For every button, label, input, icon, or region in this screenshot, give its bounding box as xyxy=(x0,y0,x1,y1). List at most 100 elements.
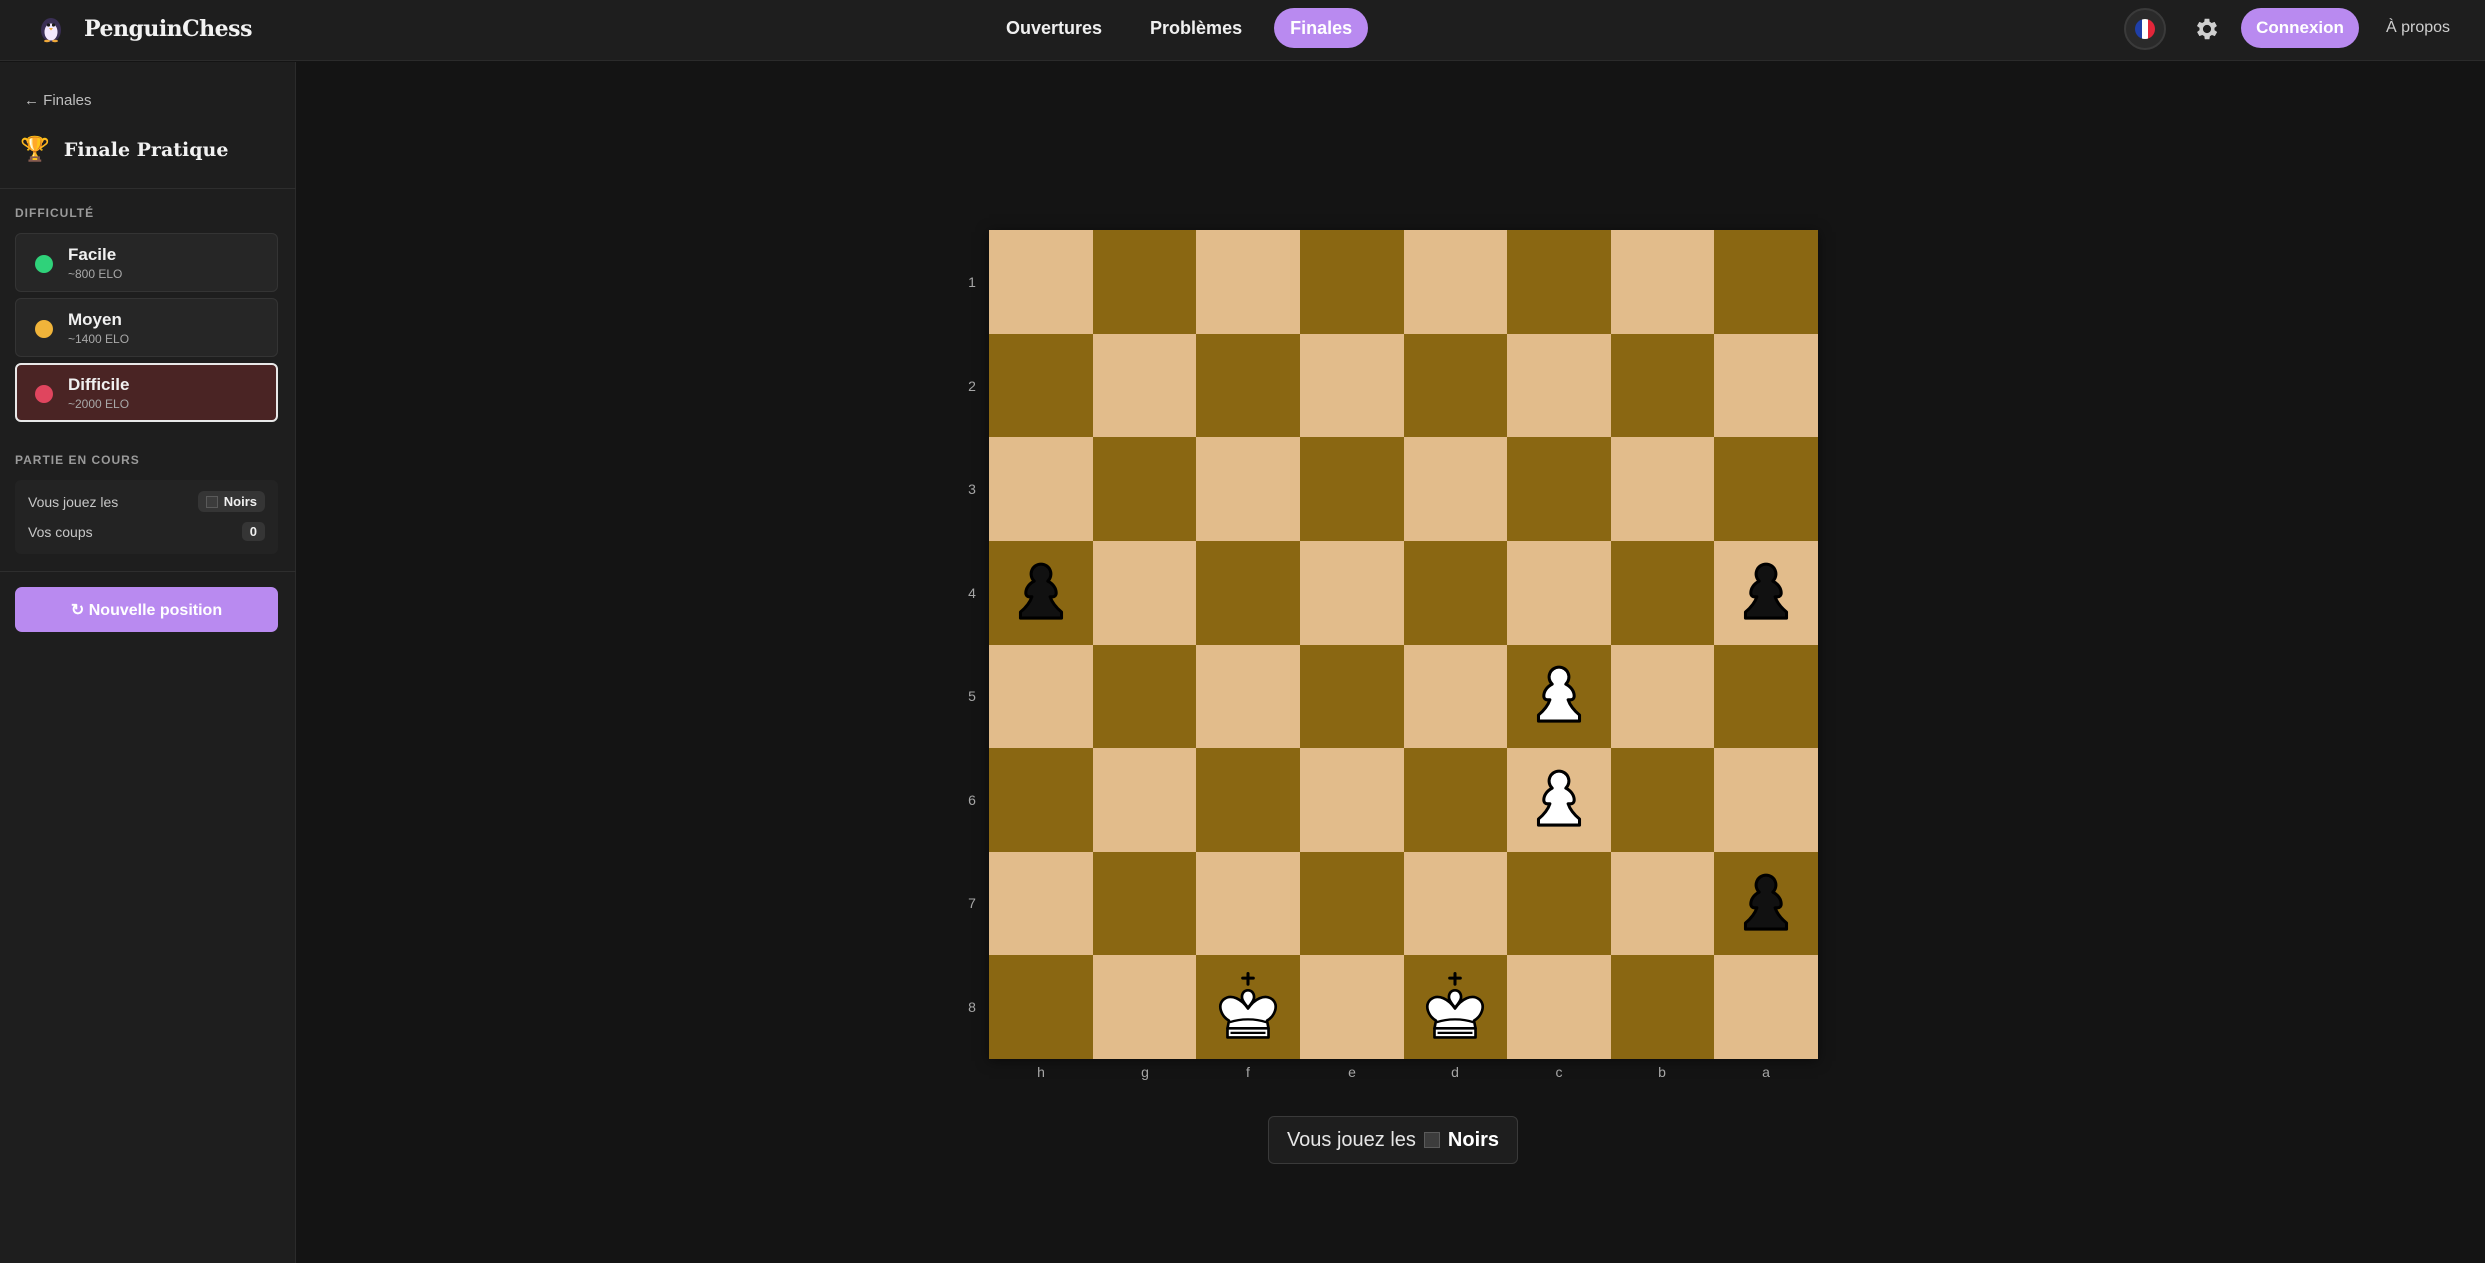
language-button[interactable] xyxy=(2124,8,2166,50)
square-e7[interactable] xyxy=(1299,851,1404,956)
nav-problemes[interactable]: Problèmes xyxy=(1134,8,1258,48)
chess-board[interactable] xyxy=(989,230,1818,1059)
square-c7[interactable] xyxy=(1507,851,1611,956)
login-button[interactable]: Connexion xyxy=(2241,8,2359,48)
back-to-finales-link[interactable]: ← Finales xyxy=(24,92,92,109)
square-a8[interactable] xyxy=(1714,955,1818,1059)
french-flag-icon xyxy=(2135,19,2155,39)
white-king-icon[interactable] xyxy=(1210,969,1286,1045)
square-a2[interactable] xyxy=(1714,333,1818,438)
square-g7[interactable] xyxy=(1092,851,1197,956)
black-pawn-icon[interactable] xyxy=(1728,555,1804,631)
square-f1[interactable] xyxy=(1196,230,1300,334)
square-d1[interactable] xyxy=(1403,230,1508,334)
square-e1[interactable] xyxy=(1299,230,1404,334)
square-e4[interactable] xyxy=(1299,540,1404,645)
difficulty-elo: ~2000 ELO xyxy=(68,397,130,411)
white-king-icon[interactable] xyxy=(1417,969,1493,1045)
square-c2[interactable] xyxy=(1507,333,1611,438)
square-c4[interactable] xyxy=(1507,540,1611,645)
nav-ouvertures[interactable]: Ouvertures xyxy=(990,8,1118,48)
square-f4[interactable] xyxy=(1196,540,1300,645)
you-play-row: Vous jouez les Noirs xyxy=(28,491,265,512)
difficulty-option-moyen[interactable]: Moyen ~1400 ELO xyxy=(15,298,278,357)
rank-label: 2 xyxy=(968,378,976,394)
square-d2[interactable] xyxy=(1403,333,1508,438)
square-g1[interactable] xyxy=(1092,230,1197,334)
square-a4[interactable] xyxy=(1714,540,1818,645)
settings-button[interactable] xyxy=(2190,12,2224,46)
square-f2[interactable] xyxy=(1196,333,1300,438)
current-game-card: Vous jouez les Noirs Vos coups 0 xyxy=(15,480,278,554)
square-a7[interactable] xyxy=(1714,851,1818,956)
square-d4[interactable] xyxy=(1403,540,1508,645)
square-e8[interactable] xyxy=(1299,955,1404,1059)
square-h8[interactable] xyxy=(989,955,1093,1059)
square-g5[interactable] xyxy=(1092,644,1197,749)
square-f6[interactable] xyxy=(1196,748,1300,852)
rank-label: 4 xyxy=(968,585,976,601)
square-d7[interactable] xyxy=(1403,851,1508,956)
square-a3[interactable] xyxy=(1714,437,1818,541)
white-pawn-icon[interactable] xyxy=(1521,658,1597,734)
square-d6[interactable] xyxy=(1403,748,1508,852)
square-a1[interactable] xyxy=(1714,230,1818,334)
square-d8[interactable] xyxy=(1403,955,1508,1059)
square-h5[interactable] xyxy=(989,644,1093,749)
square-g3[interactable] xyxy=(1092,437,1197,541)
nav-finales[interactable]: Finales xyxy=(1274,8,1369,48)
square-e6[interactable] xyxy=(1299,748,1404,852)
square-h2[interactable] xyxy=(989,333,1093,438)
square-c3[interactable] xyxy=(1507,437,1611,541)
square-d3[interactable] xyxy=(1403,437,1508,541)
square-e2[interactable] xyxy=(1299,333,1404,438)
square-a5[interactable] xyxy=(1714,644,1818,749)
square-g2[interactable] xyxy=(1092,333,1197,438)
square-e5[interactable] xyxy=(1299,644,1404,749)
rank-label: 1 xyxy=(968,274,976,290)
difficulty-name: Difficile xyxy=(68,375,130,394)
trophy-icon: 🏆 xyxy=(20,136,50,163)
rank-label: 8 xyxy=(968,999,976,1015)
square-b4[interactable] xyxy=(1610,540,1715,645)
square-c5[interactable] xyxy=(1507,644,1611,749)
square-g8[interactable] xyxy=(1092,955,1197,1059)
square-g4[interactable] xyxy=(1092,540,1197,645)
moves-row: Vos coups 0 xyxy=(28,522,265,541)
file-label: b xyxy=(1658,1064,1666,1080)
square-h3[interactable] xyxy=(989,437,1093,541)
square-f3[interactable] xyxy=(1196,437,1300,541)
brand-logo[interactable]: PenguinChess xyxy=(34,12,252,46)
square-b8[interactable] xyxy=(1610,955,1715,1059)
square-b5[interactable] xyxy=(1610,644,1715,749)
square-b7[interactable] xyxy=(1610,851,1715,956)
square-b2[interactable] xyxy=(1610,333,1715,438)
white-pawn-icon[interactable] xyxy=(1521,762,1597,838)
square-h4[interactable] xyxy=(989,540,1093,645)
square-b1[interactable] xyxy=(1610,230,1715,334)
square-f8[interactable] xyxy=(1196,955,1300,1059)
square-d5[interactable] xyxy=(1403,644,1508,749)
black-pawn-icon[interactable] xyxy=(1728,866,1804,942)
square-a6[interactable] xyxy=(1714,748,1818,852)
square-c1[interactable] xyxy=(1507,230,1611,334)
file-label: f xyxy=(1246,1064,1250,1080)
square-g6[interactable] xyxy=(1092,748,1197,852)
square-f7[interactable] xyxy=(1196,851,1300,956)
square-b3[interactable] xyxy=(1610,437,1715,541)
black-pawn-icon[interactable] xyxy=(1003,555,1079,631)
square-e3[interactable] xyxy=(1299,437,1404,541)
difficulty-option-facile[interactable]: Facile ~800 ELO xyxy=(15,233,278,292)
square-c8[interactable] xyxy=(1507,955,1611,1059)
about-link[interactable]: À propos xyxy=(2386,19,2450,37)
square-c6[interactable] xyxy=(1507,748,1611,852)
black-square-icon xyxy=(1423,1132,1440,1148)
square-b6[interactable] xyxy=(1610,748,1715,852)
square-h6[interactable] xyxy=(989,748,1093,852)
difficulty-option-difficile[interactable]: Difficile ~2000 ELO xyxy=(15,363,278,422)
moves-label: Vos coups xyxy=(28,523,93,540)
square-h7[interactable] xyxy=(989,851,1093,956)
square-f5[interactable] xyxy=(1196,644,1300,749)
new-position-button[interactable]: ↻ Nouvelle position xyxy=(15,587,278,632)
square-h1[interactable] xyxy=(989,230,1093,334)
